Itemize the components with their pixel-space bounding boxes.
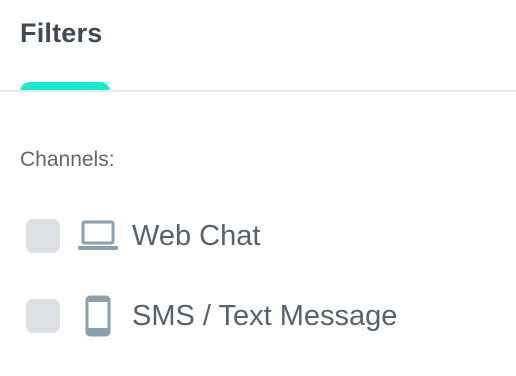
header-divider [0, 90, 516, 92]
channel-option-sms[interactable]: SMS / Text Message [26, 294, 397, 338]
web-chat-label: Web Chat [132, 219, 261, 252]
channels-section-label: Channels: [20, 148, 115, 171]
sms-label: SMS / Text Message [132, 299, 398, 332]
laptop-icon [76, 214, 120, 258]
filters-header: Filters [0, 0, 516, 92]
filters-panel: Filters Channels: Web Chat SMS / Text Me… [0, 0, 516, 376]
channel-option-web-chat[interactable]: Web Chat [26, 214, 260, 258]
tab-filters[interactable]: Filters [20, 18, 102, 49]
mobile-phone-icon [76, 294, 120, 338]
web-chat-checkbox[interactable] [26, 219, 60, 253]
sms-checkbox[interactable] [26, 299, 60, 333]
